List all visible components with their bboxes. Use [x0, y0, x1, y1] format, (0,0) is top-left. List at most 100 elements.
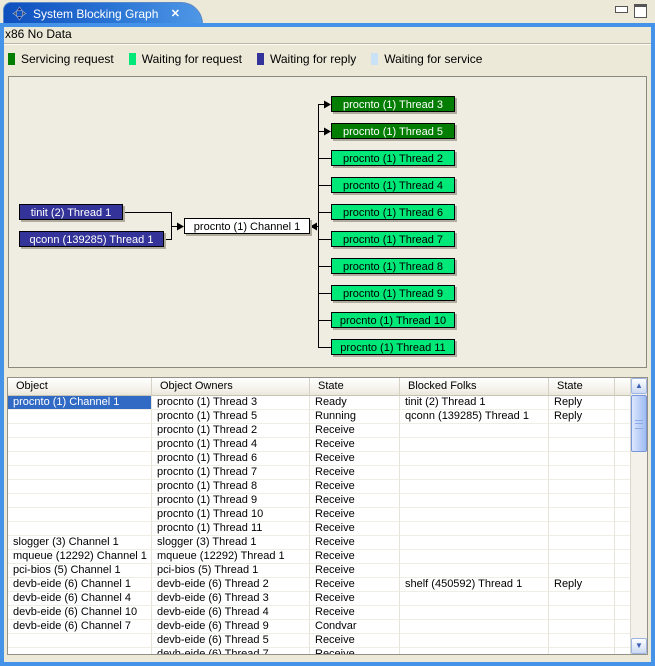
- table-row[interactable]: procnto (1) Channel 1procnto (1) Thread …: [8, 396, 647, 410]
- cell-state[interactable]: Condvar: [310, 620, 400, 634]
- cell-blocked-state[interactable]: [549, 536, 615, 550]
- cell-blocked-state[interactable]: [549, 634, 615, 648]
- cell-owner[interactable]: devb-eide (6) Thread 3: [152, 592, 310, 606]
- cell-blocked[interactable]: [400, 508, 549, 522]
- table-row[interactable]: procnto (1) Thread 6Receive: [8, 452, 647, 466]
- graph-node-thread[interactable]: procnto (1) Thread 9: [331, 285, 455, 301]
- cell-owner[interactable]: slogger (3) Thread 1: [152, 536, 310, 550]
- cell-owner[interactable]: procnto (1) Thread 8: [152, 480, 310, 494]
- table-row[interactable]: procnto (1) Thread 2Receive: [8, 424, 647, 438]
- cell-blocked[interactable]: [400, 466, 549, 480]
- cell-blocked[interactable]: [400, 522, 549, 536]
- cell-blocked-state[interactable]: [549, 466, 615, 480]
- cell-state[interactable]: Receive: [310, 550, 400, 564]
- table-row[interactable]: procnto (1) Thread 9Receive: [8, 494, 647, 508]
- table-row[interactable]: procnto (1) Thread 4Receive: [8, 438, 647, 452]
- column-header-object-owners[interactable]: Object Owners: [152, 378, 310, 396]
- cell-object[interactable]: procnto (1) Channel 1: [8, 396, 152, 410]
- cell-state[interactable]: Receive: [310, 452, 400, 466]
- table-row[interactable]: procnto (1) Thread 10Receive: [8, 508, 647, 522]
- graph-node-thread[interactable]: procnto (1) Thread 8: [331, 258, 455, 274]
- cell-state[interactable]: Receive: [310, 438, 400, 452]
- cell-owner[interactable]: procnto (1) Thread 4: [152, 438, 310, 452]
- tab-close-icon[interactable]: ✕: [168, 7, 182, 20]
- cell-blocked[interactable]: [400, 494, 549, 508]
- scrollbar-thumb[interactable]: [631, 395, 647, 452]
- table-row[interactable]: procnto (1) Thread 11Receive: [8, 522, 647, 536]
- cell-state[interactable]: Receive: [310, 508, 400, 522]
- table-row[interactable]: devb-eide (6) Channel 10devb-eide (6) Th…: [8, 606, 647, 620]
- column-header-state[interactable]: State: [310, 378, 400, 396]
- cell-blocked[interactable]: shelf (450592) Thread 1: [400, 578, 549, 592]
- cell-blocked-state[interactable]: [549, 620, 615, 634]
- cell-object[interactable]: [8, 634, 152, 648]
- graph-node-thread[interactable]: procnto (1) Thread 6: [331, 204, 455, 220]
- cell-blocked-state[interactable]: [549, 648, 615, 655]
- cell-owner[interactable]: procnto (1) Thread 5: [152, 410, 310, 424]
- cell-blocked[interactable]: tinit (2) Thread 1: [400, 396, 549, 410]
- graph-node-channel[interactable]: procnto (1) Channel 1: [184, 218, 310, 234]
- cell-owner[interactable]: procnto (1) Thread 7: [152, 466, 310, 480]
- cell-state[interactable]: Receive: [310, 466, 400, 480]
- cell-blocked-state[interactable]: [549, 550, 615, 564]
- cell-state[interactable]: Receive: [310, 522, 400, 536]
- cell-blocked-state[interactable]: [549, 522, 615, 536]
- cell-object[interactable]: devb-eide (6) Channel 4: [8, 592, 152, 606]
- cell-object[interactable]: [8, 410, 152, 424]
- graph-node-client[interactable]: qconn (139285) Thread 1: [19, 231, 164, 247]
- cell-blocked[interactable]: [400, 564, 549, 578]
- cell-state[interactable]: Running: [310, 410, 400, 424]
- cell-owner[interactable]: devb-eide (6) Thread 2: [152, 578, 310, 592]
- table-row[interactable]: pci-bios (5) Channel 1pci-bios (5) Threa…: [8, 564, 647, 578]
- cell-blocked[interactable]: [400, 648, 549, 655]
- cell-owner[interactable]: procnto (1) Thread 6: [152, 452, 310, 466]
- cell-object[interactable]: [8, 508, 152, 522]
- cell-blocked[interactable]: [400, 438, 549, 452]
- cell-state[interactable]: Receive: [310, 494, 400, 508]
- column-header-object[interactable]: Object: [8, 378, 152, 396]
- cell-object[interactable]: [8, 648, 152, 655]
- cell-owner[interactable]: devb-eide (6) Thread 5: [152, 634, 310, 648]
- cell-object[interactable]: [8, 466, 152, 480]
- cell-blocked[interactable]: [400, 634, 549, 648]
- cell-blocked[interactable]: [400, 550, 549, 564]
- graph-node-thread[interactable]: procnto (1) Thread 11: [331, 339, 455, 355]
- cell-object[interactable]: devb-eide (6) Channel 7: [8, 620, 152, 634]
- cell-owner[interactable]: mqueue (12292) Thread 1: [152, 550, 310, 564]
- cell-object[interactable]: devb-eide (6) Channel 10: [8, 606, 152, 620]
- cell-blocked-state[interactable]: [549, 424, 615, 438]
- cell-object[interactable]: [8, 424, 152, 438]
- graph-node-thread[interactable]: procnto (1) Thread 2: [331, 150, 455, 166]
- cell-object[interactable]: [8, 480, 152, 494]
- table-row[interactable]: mqueue (12292) Channel 1mqueue (12292) T…: [8, 550, 647, 564]
- cell-blocked[interactable]: [400, 592, 549, 606]
- cell-state[interactable]: Receive: [310, 592, 400, 606]
- cell-blocked[interactable]: qconn (139285) Thread 1: [400, 410, 549, 424]
- cell-state[interactable]: Receive: [310, 578, 400, 592]
- cell-owner[interactable]: devb-eide (6) Thread 7: [152, 648, 310, 655]
- cell-state[interactable]: Receive: [310, 564, 400, 578]
- table-row[interactable]: devb-eide (6) Channel 4devb-eide (6) Thr…: [8, 592, 647, 606]
- cell-state[interactable]: Receive: [310, 634, 400, 648]
- column-header-blocked-folks[interactable]: Blocked Folks: [400, 378, 549, 396]
- cell-blocked-state[interactable]: Reply: [549, 410, 615, 424]
- tab-system-blocking-graph[interactable]: System Blocking Graph ✕: [3, 2, 203, 24]
- table-row[interactable]: devb-eide (6) Channel 1devb-eide (6) Thr…: [8, 578, 647, 592]
- table-row[interactable]: slogger (3) Channel 1slogger (3) Thread …: [8, 536, 647, 550]
- table-row[interactable]: procnto (1) Thread 5Runningqconn (139285…: [8, 410, 647, 424]
- cell-state[interactable]: Ready: [310, 396, 400, 410]
- cell-owner[interactable]: devb-eide (6) Thread 4: [152, 606, 310, 620]
- cell-owner[interactable]: procnto (1) Thread 3: [152, 396, 310, 410]
- graph-node-thread[interactable]: procnto (1) Thread 7: [331, 231, 455, 247]
- cell-object[interactable]: pci-bios (5) Channel 1: [8, 564, 152, 578]
- cell-blocked-state[interactable]: [549, 494, 615, 508]
- cell-state[interactable]: Receive: [310, 606, 400, 620]
- vertical-scrollbar[interactable]: ▲ ▼: [630, 378, 647, 654]
- cell-owner[interactable]: procnto (1) Thread 2: [152, 424, 310, 438]
- scroll-up-icon[interactable]: ▲: [631, 378, 647, 394]
- cell-blocked[interactable]: [400, 480, 549, 494]
- cell-blocked[interactable]: [400, 424, 549, 438]
- cell-blocked-state[interactable]: [549, 452, 615, 466]
- table-row[interactable]: devb-eide (6) Thread 7Receive: [8, 648, 647, 655]
- graph-node-client[interactable]: tinit (2) Thread 1: [19, 204, 123, 220]
